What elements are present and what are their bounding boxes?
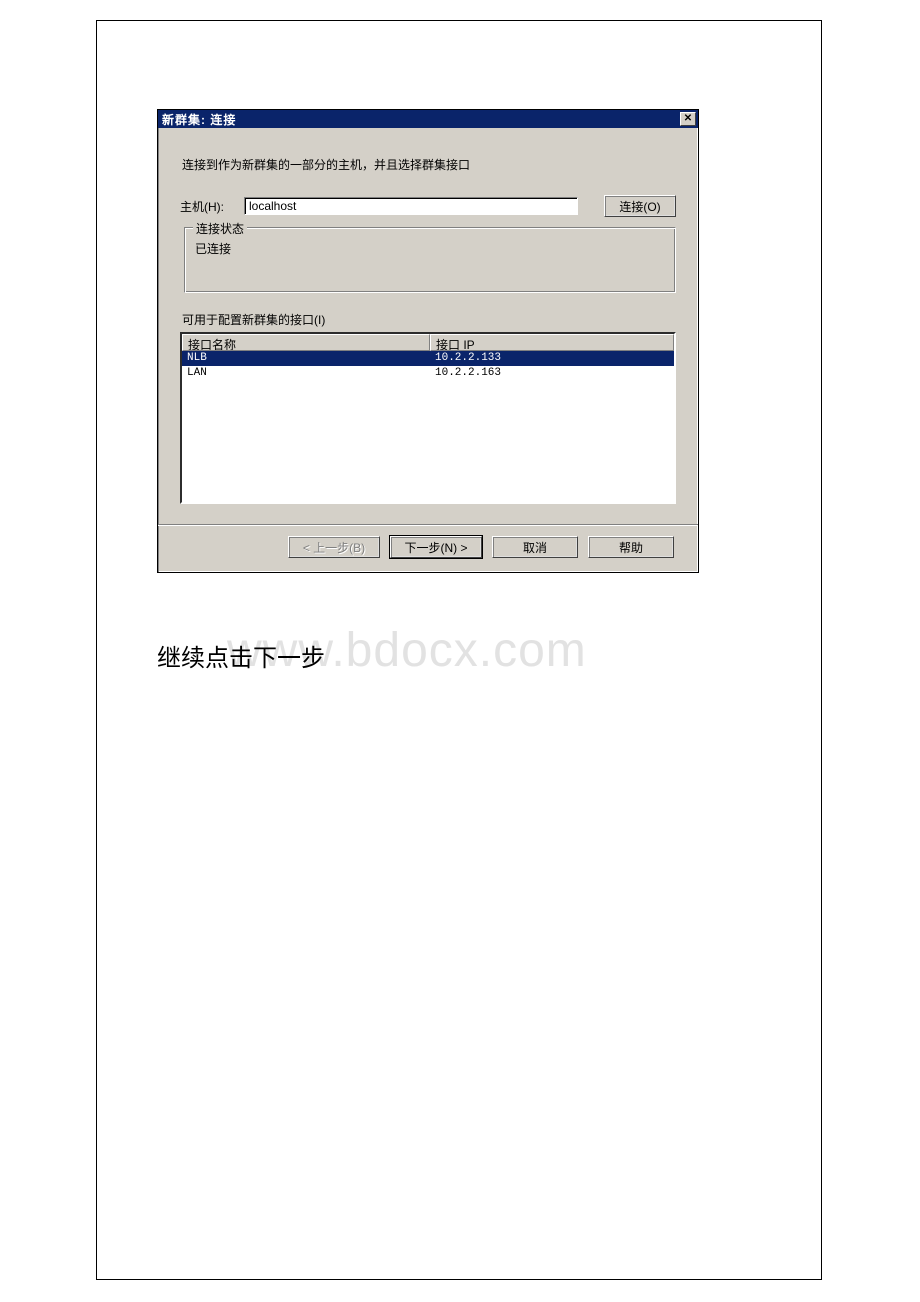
status-group-title: 连接状态: [193, 220, 247, 237]
listview-body: NLB10.2.2.133LAN10.2.2.163: [182, 351, 674, 381]
dialog-body: 连接到作为新群集的一部分的主机，并且选择群集接口 主机(H): 连接(O) 连接…: [158, 128, 698, 572]
dialog-title: 新群集: 连接: [162, 111, 680, 128]
column-header-ip[interactable]: 接口 IP: [430, 334, 674, 351]
wizard-button-row: < 上一步(B) 下一步(N) > 取消 帮助: [180, 536, 676, 558]
available-interfaces-label: 可用于配置新群集的接口(I): [182, 311, 676, 328]
page-caption: 继续点击下一步: [157, 638, 325, 673]
interfaces-listview[interactable]: 接口名称 接口 IP NLB10.2.2.133LAN10.2.2.163: [180, 332, 676, 504]
close-icon[interactable]: ✕: [680, 112, 696, 126]
cell-interface-ip: 10.2.2.133: [430, 351, 674, 366]
host-input[interactable]: [244, 197, 578, 215]
table-row[interactable]: LAN10.2.2.163: [182, 366, 674, 381]
connection-status-group: 连接状态 已连接: [184, 227, 676, 293]
back-button: < 上一步(B): [288, 536, 380, 558]
cell-interface-name: NLB: [182, 351, 430, 366]
table-row[interactable]: NLB10.2.2.133: [182, 351, 674, 366]
connect-button[interactable]: 连接(O): [604, 195, 676, 217]
listview-header: 接口名称 接口 IP: [182, 334, 674, 351]
host-label: 主机(H):: [180, 198, 238, 215]
new-cluster-connect-dialog: 新群集: 连接 ✕ 连接到作为新群集的一部分的主机，并且选择群集接口 主机(H)…: [157, 109, 699, 573]
column-header-name[interactable]: 接口名称: [182, 334, 430, 351]
cell-interface-name: LAN: [182, 366, 430, 381]
instruction-text: 连接到作为新群集的一部分的主机，并且选择群集接口: [182, 156, 676, 173]
titlebar: 新群集: 连接 ✕: [158, 110, 698, 128]
page-container: www.bdocx.com 新群集: 连接 ✕ 连接到作为新群集的一部分的主机，…: [96, 20, 822, 1280]
cancel-button[interactable]: 取消: [492, 536, 578, 558]
host-row: 主机(H): 连接(O): [180, 195, 676, 217]
separator: [158, 524, 698, 526]
next-button[interactable]: 下一步(N) >: [390, 536, 482, 558]
status-text: 已连接: [195, 240, 665, 257]
cell-interface-ip: 10.2.2.163: [430, 366, 674, 381]
help-button[interactable]: 帮助: [588, 536, 674, 558]
